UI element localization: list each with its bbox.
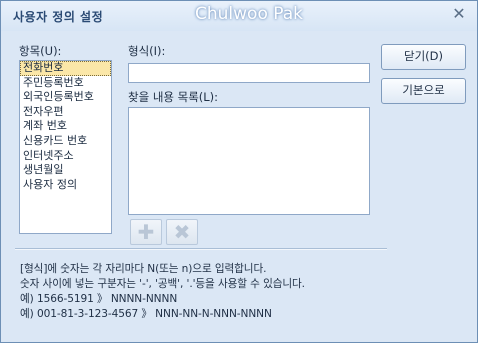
custom-settings-dialog: 사용자 정의 설정 Chulwoo Pak ✕ 항목(U): 전화번호 주민등록번… [0,0,478,343]
info-line-2: 숫자 사이에 넣는 구분자는 '-', '공백', '.'등을 사용할 수 있습… [20,278,305,290]
find-list-textarea[interactable] [128,107,370,215]
list-item[interactable]: 신용카드 번호 [20,134,111,149]
default-button[interactable]: 기본으로 [381,78,466,104]
find-list-label: 찾을 내용 목록(L): [128,90,219,104]
list-item[interactable]: 외국인등록번호 [20,90,111,105]
list-item[interactable]: 계좌 번호 [20,119,111,134]
title-bar[interactable]: 사용자 정의 설정 Chulwoo Pak ✕ [1,1,477,31]
add-button[interactable]: ✚ [130,219,162,245]
info-line-1: [형식]에 숫자는 각 자리마다 N(또는 n)으로 입력합니다. [20,263,267,275]
list-item[interactable]: 전자우편 [20,105,111,120]
items-label: 항목(U): [19,44,62,58]
list-item[interactable]: 전화번호 [20,61,111,76]
watermark-text: Chulwoo Pak [195,4,304,24]
delete-icon: ✖ [173,220,191,244]
close-icon[interactable]: ✕ [451,6,467,22]
items-listbox[interactable]: 전화번호 주민등록번호 외국인등록번호 전자우편 계좌 번호 신용카드 번호 인터넷주소 생년… [19,60,112,234]
list-item[interactable]: 인터넷주소 [20,149,111,164]
delete-button[interactable]: ✖ [166,219,198,245]
info-line-4: 예) 001-81-3-123-4567 》 NNN-NN-N-NNN-NNNN [20,308,272,320]
list-item[interactable]: 생년월일 [20,163,111,178]
list-item[interactable]: 사용자 정의 [20,178,111,193]
close-button[interactable]: 닫기(D) [381,44,466,70]
info-line-3: 예) 1566-5191 》 NNNN-NNNN [20,293,178,305]
dialog-title: 사용자 정의 설정 [13,10,104,24]
divider [15,248,387,250]
add-icon: ✚ [137,220,155,244]
format-input[interactable] [128,63,370,83]
format-label: 형식(I): [128,44,166,58]
list-item[interactable]: 주민등록번호 [20,76,111,91]
